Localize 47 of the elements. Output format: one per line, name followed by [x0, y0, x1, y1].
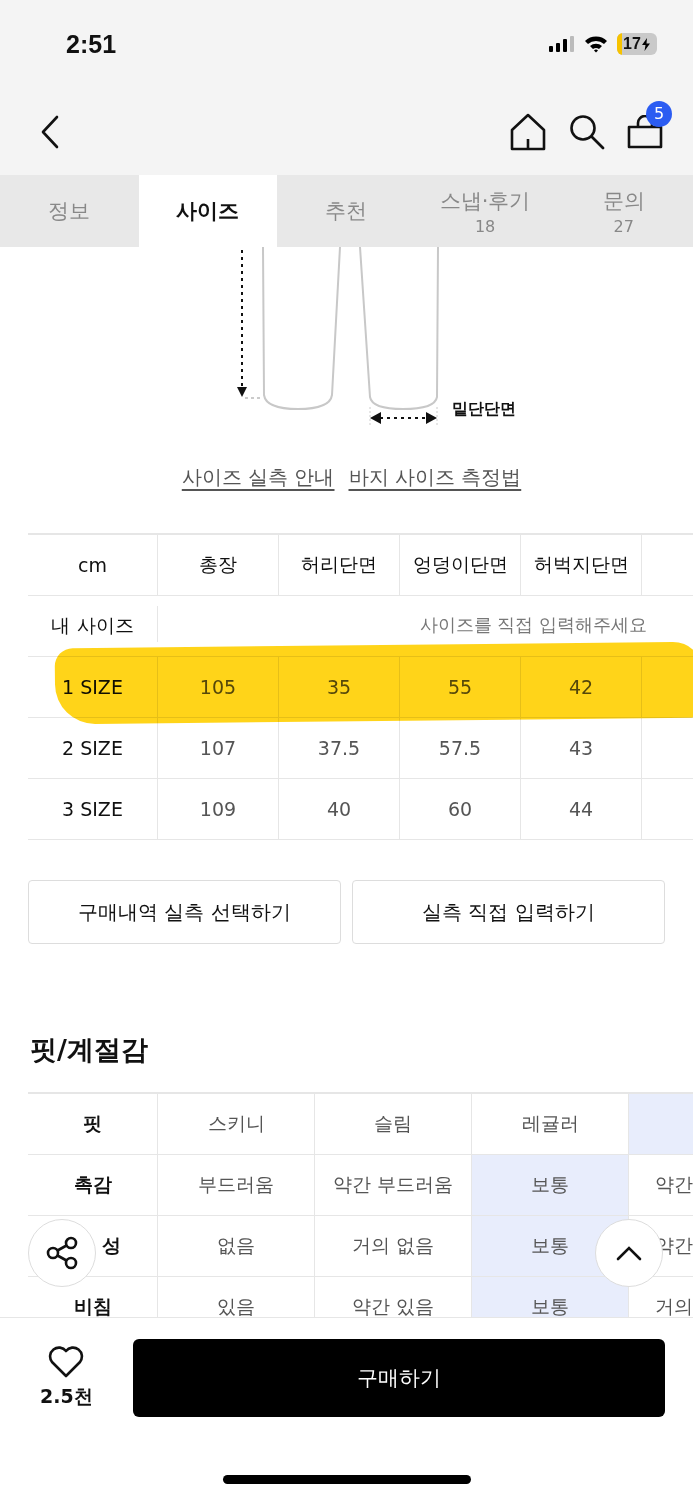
- row-label: 1 SIZE: [61, 675, 124, 700]
- row-label: 성: [102, 1233, 121, 1258]
- status-time: 2:51: [66, 29, 117, 59]
- outline-button[interactable]: 구매내역 실측 선택하기: [28, 880, 341, 944]
- diagram-label: 밑단단면: [452, 399, 516, 420]
- battery-level-fill: [617, 33, 622, 55]
- chevron-up-icon: [616, 1245, 642, 1261]
- home-icon[interactable]: [509, 112, 547, 151]
- table-cell: 40: [278, 779, 399, 839]
- option-cell: 스키니: [157, 1094, 314, 1154]
- option-cell: 약간: [628, 1155, 693, 1215]
- row-label: 3 SIZE: [61, 797, 124, 822]
- option-cell: 보통: [471, 1277, 628, 1317]
- size-input-field[interactable]: 사이즈를 직접 입력해주세요: [157, 606, 693, 642]
- row-label: 비침: [73, 1294, 112, 1317]
- column-header: 허벅지단면: [520, 535, 641, 595]
- column-header: 엉덩이단면: [399, 535, 520, 595]
- section-title: 핏/계절감: [30, 1033, 149, 1067]
- buy-button[interactable]: 구매하기: [132, 1339, 665, 1417]
- option-cell: 부드러움: [157, 1155, 314, 1215]
- back-icon[interactable]: [40, 114, 60, 149]
- heart-icon: [48, 1346, 85, 1378]
- bolt-icon: [641, 37, 650, 51]
- row-label: 내 사이즈: [50, 613, 135, 638]
- option-cell: 슬림: [314, 1094, 471, 1154]
- row-label: 촉감: [73, 1172, 112, 1197]
- search-icon[interactable]: [569, 113, 605, 150]
- cart-count-badge: 5: [646, 100, 672, 127]
- share-icon: [45, 1236, 79, 1270]
- like-button[interactable]: 2.5천: [40, 1346, 93, 1410]
- row-label: 2 SIZE: [61, 736, 124, 761]
- option-cell: 없음: [157, 1216, 314, 1276]
- outline-button[interactable]: 실측 직접 입력하기: [352, 880, 665, 944]
- signal-icon: [549, 36, 575, 52]
- table-cell: 44: [520, 779, 641, 839]
- option-cell: 보통: [471, 1155, 628, 1215]
- wifi-icon: [584, 35, 608, 53]
- battery-icon: 17: [617, 33, 657, 55]
- guide-link[interactable]: 바지 사이즈 측정법: [348, 464, 522, 491]
- table-cell: 109: [157, 779, 278, 839]
- tab[interactable]: 사이즈: [138, 175, 278, 247]
- column-header: 허리단면: [278, 535, 399, 595]
- column-header: 총장: [157, 535, 278, 595]
- table-cell: 60: [399, 779, 520, 839]
- column-header: cm: [77, 553, 108, 578]
- guide-link[interactable]: 사이즈 실측 안내: [181, 464, 335, 491]
- row-label: 핏: [83, 1111, 102, 1136]
